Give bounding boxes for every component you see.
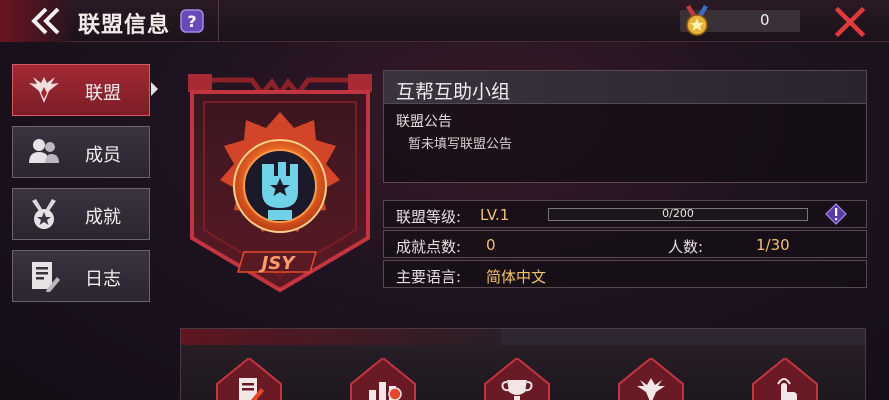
alliance-info-panel: 互帮互助小组 联盟公告 暂未填写联盟公告 [383, 70, 867, 183]
points-value: 0 [486, 236, 496, 254]
level-label: 联盟等级: [396, 208, 462, 226]
sidebar-item-label: 成就 [85, 207, 121, 228]
level-progress-text: 0/200 [662, 207, 694, 220]
language-row: 主要语言: 简体中文 [383, 260, 867, 288]
level-row: 联盟等级: LV.1 0/200 [383, 200, 867, 228]
sidebar-item-label: 联盟 [85, 83, 121, 104]
alliance-name: 互帮互助小组 [396, 81, 511, 103]
members-value: 1/30 [756, 236, 790, 254]
alliance-emblem: JSY [188, 74, 372, 293]
close-icon[interactable] [834, 6, 866, 38]
alliance-badge-icon[interactable] [617, 358, 685, 400]
active-indicator-arrow [151, 82, 158, 96]
sidebar-item-label: 日志 [85, 269, 121, 290]
svg-text:?: ? [187, 12, 196, 31]
sidebar-item-alliance[interactable]: 联盟 [12, 64, 150, 116]
members-label: 人数: [668, 238, 704, 256]
level-progress-bar: 0/200 [548, 207, 808, 221]
alliance-wings-icon [29, 77, 59, 103]
title-divider [218, 0, 219, 42]
sidebar-item-log[interactable]: 日志 [12, 250, 150, 302]
rank-chart-icon[interactable] [349, 358, 417, 400]
sidebar-item-members[interactable]: 成员 [12, 126, 150, 178]
panel-accent-right [501, 329, 865, 345]
emblem-tag-text: JSY [259, 253, 297, 274]
members-icon [29, 139, 59, 163]
alliance-name-bar: 互帮互助小组 [384, 71, 866, 104]
language-value: 简体中文 [486, 268, 547, 286]
edit-notice-icon[interactable] [215, 358, 283, 400]
points-label: 成就点数: [396, 238, 462, 256]
page-title: 联盟信息 [78, 13, 171, 38]
points-members-row: 成就点数: 0 人数: 1/30 [383, 230, 867, 258]
sidebar-item-achievements[interactable]: 成就 [12, 188, 150, 240]
medal-achievement-icon [32, 199, 56, 229]
hand-tap-icon[interactable] [751, 358, 819, 400]
currency-value: 0 [760, 11, 770, 29]
top-bar: 联盟信息 ? 0 [0, 0, 889, 42]
notice-body[interactable]: 暂未填写联盟公告 [408, 133, 512, 152]
log-document-icon [32, 262, 60, 292]
level-info-icon[interactable] [825, 203, 847, 225]
level-value: LV.1 [480, 206, 510, 224]
panel-accent [181, 329, 501, 345]
gold-medal-icon [686, 5, 708, 36]
language-label: 主要语言: [396, 268, 462, 286]
sidebar-item-label: 成员 [85, 145, 121, 166]
notice-heading: 联盟公告 [396, 114, 452, 130]
help-question-icon[interactable]: ? [180, 9, 204, 33]
back-chevrons-icon[interactable] [28, 6, 64, 36]
trophy-icon[interactable] [483, 358, 551, 400]
